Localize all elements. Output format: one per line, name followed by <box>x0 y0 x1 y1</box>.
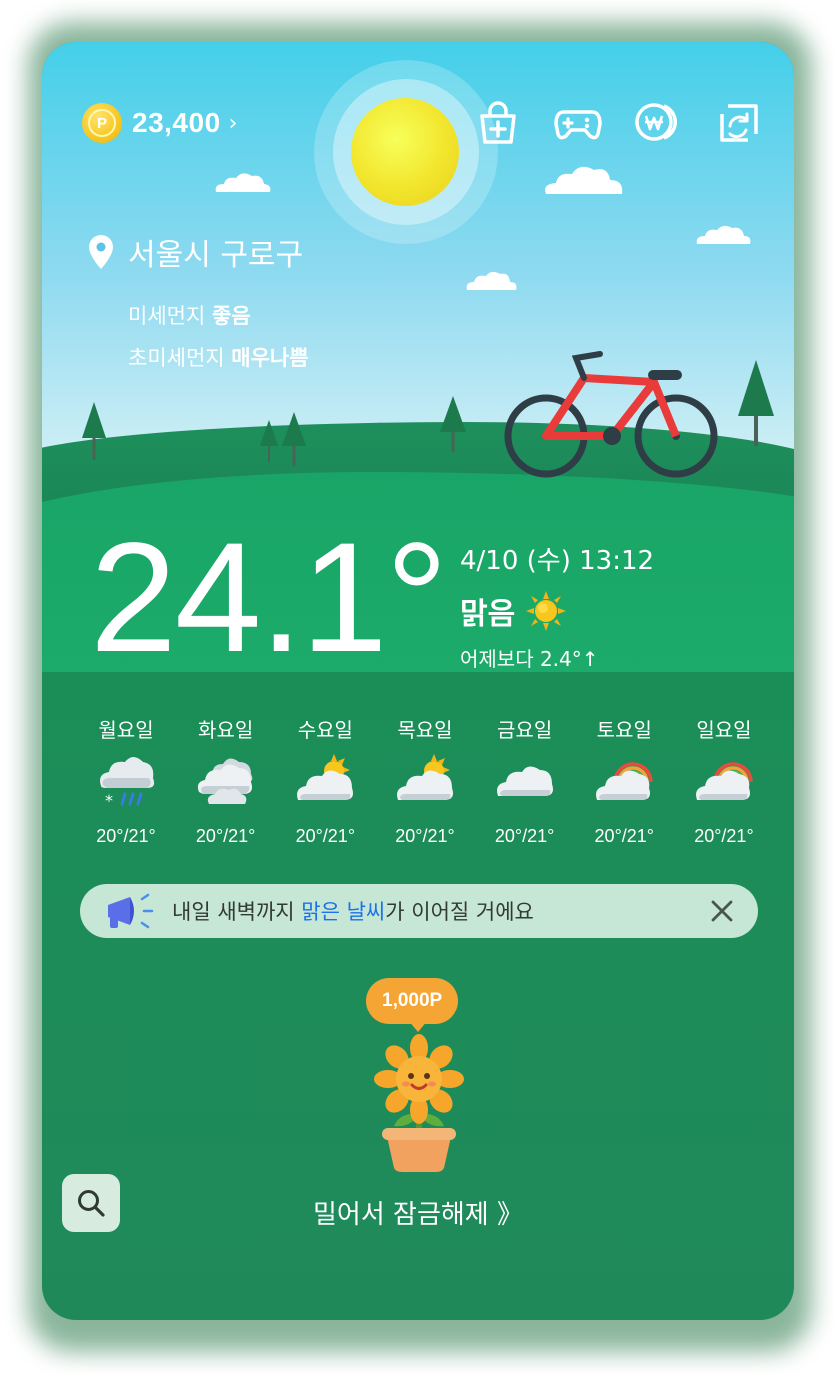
sunflower-pot-icon[interactable] <box>364 1032 474 1174</box>
forecast-day: 월요일 * 20°/21° <box>80 714 172 847</box>
tree-illustration <box>260 420 278 462</box>
tree-illustration <box>738 360 774 446</box>
day-temp: 20°/21° <box>494 826 555 846</box>
top-toolbar <box>474 98 762 146</box>
day-temp: 20°/21° <box>96 826 156 846</box>
day-name: 월요일 <box>98 718 154 742</box>
day-name: 일요일 <box>696 718 752 742</box>
day-name: 금요일 <box>497 718 553 742</box>
lock-screen: P 23,400 › 서울시 구로구 미세먼지 좋음 초미세먼지 매우나쁨 24… <box>42 42 794 1320</box>
forecast-day: 일요일 20°/21° <box>678 714 770 847</box>
day-temp: 20°/21° <box>594 826 654 846</box>
tree-illustration <box>440 396 466 452</box>
ultrafine-dust-label: 초미세먼지 <box>128 346 225 370</box>
forecast-day: 화요일 20°/21° <box>180 714 272 847</box>
cloud-icon <box>496 766 553 796</box>
current-condition: 맑음 <box>460 589 654 633</box>
cloud-illustration <box>696 225 751 244</box>
location-label: 서울시 구로구 <box>88 230 303 274</box>
day-name: 수요일 <box>297 718 353 742</box>
notice-text-after: 가 이어질 거에요 <box>385 900 534 924</box>
temperature-compare: 어제보다 2.4°↑ <box>460 647 599 671</box>
badge-tail <box>408 1020 428 1032</box>
partly-sunny-icon <box>297 754 354 800</box>
notice-text: 내일 새벽까지 맑은 날씨가 이어질 거에요 <box>172 896 534 926</box>
megaphone-icon <box>108 893 154 929</box>
sun-illustration <box>351 98 459 206</box>
points-value: 23,400 <box>132 107 221 138</box>
refresh-screen-icon[interactable] <box>714 98 762 146</box>
search-button[interactable] <box>62 1174 120 1232</box>
slide-to-unlock[interactable]: 밀어서 잠금해제 》 <box>42 1194 794 1231</box>
search-icon <box>78 1190 105 1217</box>
points-balance-button[interactable]: P 23,400 › <box>82 102 237 144</box>
shopping-bag-plus-icon[interactable] <box>474 98 522 146</box>
weather-notice-banner[interactable]: 내일 새벽까지 맑은 날씨가 이어질 거에요 <box>80 884 758 938</box>
ultrafine-dust-row: 초미세먼지 매우나쁨 <box>128 342 309 372</box>
forecast-day: 토요일 20°/21° <box>578 714 670 847</box>
sun-icon <box>526 591 567 631</box>
current-info: 4/10 (수) 13:12 맑음 어제보다 2.4°↑ <box>460 540 654 672</box>
cloud-illustration <box>466 271 517 290</box>
ultrafine-dust-value: 매우나쁨 <box>231 346 309 370</box>
day-name: 토요일 <box>596 718 652 742</box>
reward-points-badge: 1,000P <box>366 978 459 1024</box>
fine-dust-row: 미세먼지 좋음 <box>128 300 251 330</box>
day-temp: 20°/21° <box>295 826 356 846</box>
day-temp: 20°/21° <box>395 826 455 846</box>
cloudy-icon <box>197 758 252 804</box>
fine-dust-value: 좋음 <box>211 304 251 328</box>
tree-illustration <box>282 412 306 466</box>
forecast-day: 목요일 20°/21° <box>379 714 471 847</box>
cloud-rain-snow-icon: * <box>100 757 155 810</box>
condition-text: 맑음 <box>460 597 516 632</box>
day-name: 목요일 <box>397 718 453 742</box>
rainbow-cloud-icon <box>596 762 654 800</box>
bicycle-illustration <box>504 351 718 478</box>
svg-text:*: * <box>105 791 113 810</box>
partly-sunny-icon <box>396 754 453 800</box>
gamepad-icon[interactable] <box>554 98 602 146</box>
current-datetime: 4/10 (수) 13:12 <box>460 546 655 576</box>
day-name: 화요일 <box>198 718 254 742</box>
fine-dust-label: 미세먼지 <box>128 304 206 328</box>
rainbow-cloud-icon <box>695 762 753 800</box>
day-temp: 20°/21° <box>694 826 754 846</box>
notice-text-highlight: 맑은 날씨 <box>301 900 386 924</box>
tree-illustration <box>82 402 106 460</box>
notice-text-before: 내일 새벽까지 <box>172 900 302 924</box>
day-temp: 20°/21° <box>195 826 256 846</box>
location-name: 서울시 구로구 <box>128 238 304 273</box>
chevron-right-icon: › <box>228 110 238 136</box>
close-icon[interactable] <box>708 897 736 925</box>
current-temperature: 24.1° <box>90 511 448 685</box>
coin-p-icon: P <box>82 103 122 143</box>
cloud-illustration <box>215 173 271 192</box>
won-coins-icon[interactable] <box>634 98 682 146</box>
cloud-illustration <box>545 166 623 194</box>
weekly-forecast: 월요일 * 20°/21° 화요일 20°/21° 수요일 20°/21° 목요… <box>80 714 770 847</box>
forecast-day: 수요일 20°/21° <box>279 714 371 847</box>
location-pin-icon <box>89 235 113 269</box>
forecast-day: 금요일 20°/21° <box>479 714 571 847</box>
coin-letter: P <box>88 109 116 137</box>
